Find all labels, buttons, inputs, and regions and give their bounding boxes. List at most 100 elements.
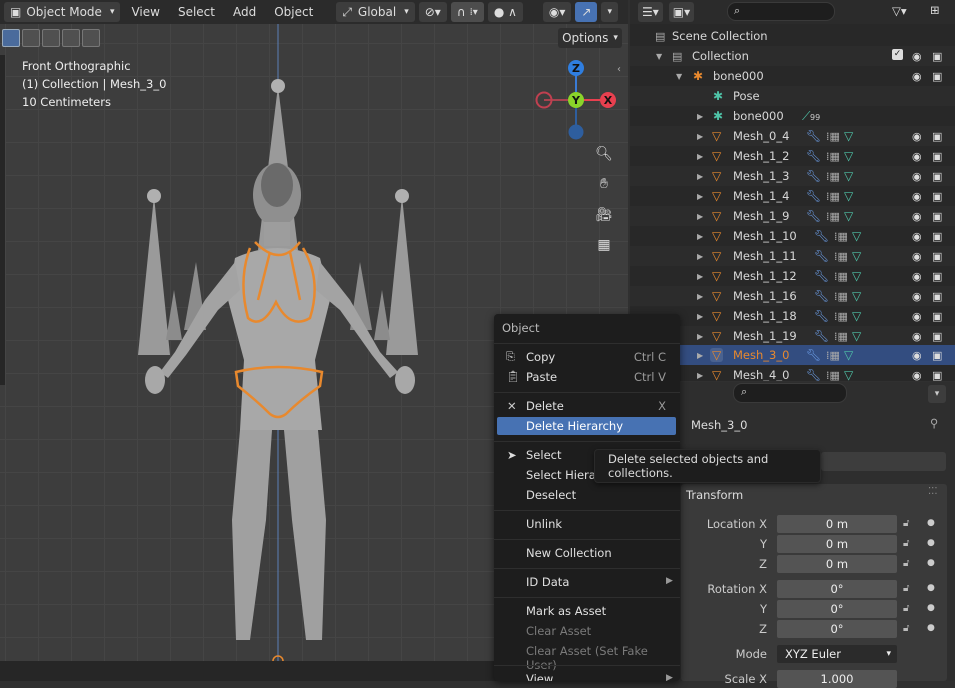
expand-toggle[interactable]: ▶ [697, 272, 703, 281]
menu-item-unlink[interactable]: Unlink [526, 517, 562, 531]
camera-icon[interactable]: ▣ [932, 130, 942, 143]
camera-icon[interactable]: ▣ [932, 349, 942, 362]
outliner-row-scene-collection[interactable]: ▤ Scene Collection [630, 26, 955, 46]
expand-toggle[interactable]: ▶ [697, 152, 703, 161]
menu-item-select[interactable]: Select [526, 448, 561, 462]
menu-item-delete[interactable]: Delete [526, 399, 564, 413]
new-collection-icon[interactable]: ⊞ [930, 3, 940, 17]
camera-icon[interactable]: ▣ [932, 330, 942, 343]
camera-icon[interactable]: ▣ [932, 150, 942, 163]
expand-toggle[interactable]: ▶ [697, 332, 703, 341]
eye-icon[interactable]: ◉ [912, 310, 922, 323]
rotation-mode-select[interactable]: XYZ Euler ▾ [777, 645, 897, 663]
outliner-row-mesh[interactable]: ▶ ▽ Mesh_1_9 🔧︎ ⁞▦ ▽ ◉ ▣ [630, 206, 955, 226]
filter-icon[interactable]: ▽▾ [892, 4, 907, 18]
outliner-row-mesh[interactable]: ▶ ▽ Mesh_1_2 🔧︎ ⁞▦ ▽ ◉ ▣ [630, 146, 955, 166]
outliner-row-armature-data[interactable]: ▶ ✱ bone000 ⟋ 99 [630, 106, 955, 126]
display-mode-button[interactable]: ☰▾ [638, 2, 663, 22]
camera-icon[interactable]: ▣ [932, 270, 942, 283]
camera-icon[interactable]: ▣ [932, 310, 942, 323]
menu-item-deselect[interactable]: Deselect [526, 488, 576, 502]
eye-icon[interactable]: ◉ [912, 230, 922, 243]
outliner-row-mesh[interactable]: ▶ ▽ Mesh_1_12 🔧︎ ⁞▦ ▽ ◉ ▣ [630, 266, 955, 286]
outliner-row-mesh[interactable]: ▶ ▽ Mesh_1_4 🔧︎ ⁞▦ ▽ ◉ ▣ [630, 186, 955, 206]
properties-search-input[interactable]: ⌕ [733, 383, 847, 403]
outliner-row-armature[interactable]: ▼ ✱ bone000 ◉ ▣ [630, 66, 955, 86]
expand-toggle[interactable]: ▶ [697, 192, 703, 201]
lock-icon[interactable]: 🔓︎ [903, 583, 909, 594]
keyframe-dot-icon[interactable]: ● [927, 623, 935, 633]
menu-item-paste[interactable]: Paste [526, 370, 557, 384]
camera-icon[interactable]: ▣ [932, 250, 942, 263]
eye-icon[interactable]: ◉ [912, 190, 922, 203]
expand-toggle[interactable]: ▶ [697, 112, 703, 121]
camera-icon[interactable]: ▣ [932, 290, 942, 303]
rotation-z-field[interactable]: 0° [777, 620, 897, 638]
expand-toggle[interactable]: ▶ [697, 172, 703, 181]
rotation-x-field[interactable]: 0° [777, 580, 897, 598]
expand-toggle[interactable]: ▶ [697, 312, 703, 321]
location-y-field[interactable]: 0 m [777, 535, 897, 553]
location-z-field[interactable]: 0 m [777, 555, 897, 573]
bone-right-arm[interactable] [386, 196, 418, 355]
menu-item-view[interactable]: View [526, 672, 553, 681]
menu-item-delete-hierarchy[interactable]: Delete Hierarchy [526, 419, 623, 433]
camera-icon[interactable]: ▣ [932, 170, 942, 183]
menu-item-id-data[interactable]: ID Data [526, 575, 569, 589]
camera-icon[interactable]: ▣ [932, 50, 942, 63]
camera-icon[interactable]: ▣ [932, 210, 942, 223]
expand-toggle[interactable]: ▼ [656, 52, 662, 61]
lock-icon[interactable]: 🔓︎ [903, 623, 909, 634]
drag-handle-icon[interactable]: ⁚⁚⁚ [928, 486, 938, 497]
expand-toggle[interactable]: ▶ [697, 132, 703, 141]
eye-icon[interactable]: ◉ [912, 290, 922, 303]
eye-icon[interactable]: ◉ [912, 349, 922, 362]
checkbox-icon[interactable]: ✓ [892, 49, 903, 60]
outliner-row-pose[interactable]: ✱ Pose [630, 86, 955, 106]
transform-panel-title[interactable]: Transform [686, 488, 743, 502]
eye-icon[interactable]: ◉ [912, 170, 922, 183]
eye-icon[interactable]: ◉ [912, 270, 922, 283]
menu-item-new-collection[interactable]: New Collection [526, 546, 612, 560]
expand-toggle[interactable]: ▶ [697, 212, 703, 221]
scale-x-field[interactable]: 1.000 [777, 670, 897, 688]
keyframe-dot-icon[interactable]: ● [927, 583, 935, 593]
eye-icon[interactable]: ◉ [912, 369, 922, 382]
expand-toggle[interactable]: ▶ [697, 292, 703, 301]
camera-icon[interactable]: ▣ [932, 369, 942, 382]
eye-icon[interactable]: ◉ [912, 50, 922, 63]
eye-icon[interactable]: ◉ [912, 330, 922, 343]
pin-icon[interactable]: ⚲ [930, 416, 938, 430]
eye-icon[interactable]: ◉ [912, 130, 922, 143]
rotation-y-field[interactable]: 0° [777, 600, 897, 618]
outliner-row-mesh[interactable]: ▶ ▽ Mesh_1_11 🔧︎ ⁞▦ ▽ ◉ ▣ [630, 246, 955, 266]
camera-icon[interactable]: ▣ [932, 190, 942, 203]
camera-icon[interactable]: ▣ [932, 70, 942, 83]
keyframe-dot-icon[interactable]: ● [927, 518, 935, 528]
lock-icon[interactable]: 🔓︎ [903, 518, 909, 529]
outliner-row-mesh[interactable]: ▶ ▽ Mesh_1_3 🔧︎ ⁞▦ ▽ ◉ ▣ [630, 166, 955, 186]
expand-toggle[interactable]: ▶ [697, 232, 703, 241]
lock-icon[interactable]: 🔓︎ [903, 558, 909, 569]
outliner-search-input[interactable]: ⌕ [727, 2, 835, 21]
outliner-row-mesh[interactable]: ▶ ▽ Mesh_1_16 🔧︎ ⁞▦ ▽ ◉ ▣ [630, 286, 955, 306]
chevron-down-icon[interactable]: ▾ [928, 385, 946, 403]
filter-view-button[interactable]: ▣▾ [668, 2, 695, 22]
eye-icon[interactable]: ◉ [912, 70, 922, 83]
object-name-field[interactable] [821, 452, 946, 471]
menu-item-clear-asset[interactable]: Clear Asset [526, 624, 591, 638]
menu-item-copy[interactable]: Copy [526, 350, 555, 364]
eye-icon[interactable]: ◉ [912, 210, 922, 223]
expand-toggle[interactable]: ▶ [697, 371, 703, 380]
expand-toggle[interactable]: ▶ [697, 252, 703, 261]
expand-toggle[interactable]: ▶ [697, 351, 703, 360]
lock-icon[interactable]: 🔓︎ [903, 603, 909, 614]
keyframe-dot-icon[interactable]: ● [927, 603, 935, 613]
eye-icon[interactable]: ◉ [912, 150, 922, 163]
menu-item-mark-as-asset[interactable]: Mark as Asset [526, 604, 606, 618]
outliner-row-mesh[interactable]: ▶ ▽ Mesh_0_4 🔧︎ ⁞▦ ▽ ◉ ▣ [630, 126, 955, 146]
expand-toggle[interactable]: ▼ [676, 72, 682, 81]
eye-icon[interactable]: ◉ [912, 250, 922, 263]
lock-icon[interactable]: 🔓︎ [903, 538, 909, 549]
camera-icon[interactable]: ▣ [932, 230, 942, 243]
